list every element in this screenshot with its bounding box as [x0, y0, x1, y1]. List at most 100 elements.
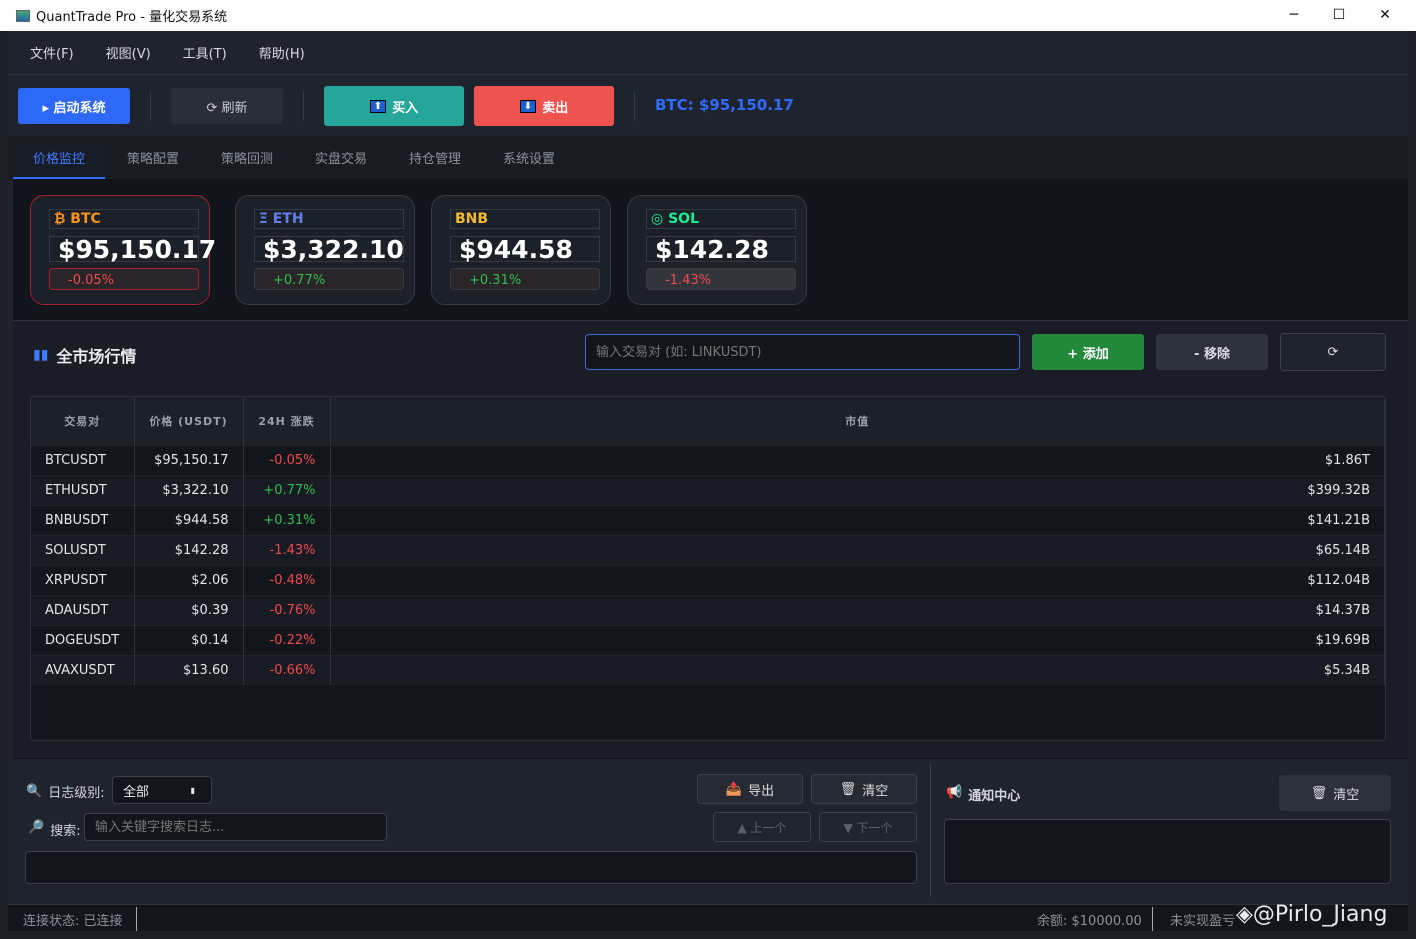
trash-icon: 🗑: [839, 781, 857, 797]
log-level-text: 日志级别:: [48, 786, 105, 801]
table-header: 交易对 价格 (USDT) 24H 涨跌 市值: [31, 397, 1385, 445]
price-card-eth[interactable]: Ξ ETH $3,322.10 +0.77%: [235, 195, 415, 305]
marketcap-cell: $65.14B: [330, 534, 1385, 565]
table-row[interactable]: XRPUSDT $2.06 -0.48% $112.04B: [31, 564, 1385, 595]
tab-live-trading[interactable]: 实盘交易: [295, 141, 387, 179]
card-change: -1.43%: [646, 268, 796, 290]
table-row[interactable]: ADAUSDT $0.39 -0.76% $14.37B: [31, 594, 1385, 625]
column-header-change[interactable]: 24H 涨跌: [243, 397, 331, 445]
change-cell: -0.76%: [243, 594, 331, 625]
price-cell: $142.28: [134, 534, 244, 565]
price-cell: $0.14: [134, 624, 244, 655]
market-title: ▮▮ 全市场行情: [33, 343, 136, 367]
price-card-btc[interactable]: ₿ BTC $95,150.17 -0.05%: [30, 195, 216, 305]
next-match-button[interactable]: ▼ 下一个: [819, 812, 917, 842]
watermark-logo-icon: ◈: [1236, 902, 1253, 927]
start-system-button[interactable]: ▸ 启动系统: [18, 88, 130, 124]
card-price: $142.28: [646, 236, 796, 262]
log-level-value: 全部: [123, 784, 150, 800]
pair-cell: SOLUSDT: [31, 534, 135, 565]
app-window: 文件(F) 视图(V) 工具(T) 帮助(H) ▸ 启动系统 ⟳ 刷新 ⬆ 买入…: [8, 31, 1408, 931]
marketcap-cell: $14.37B: [330, 594, 1385, 625]
table-row[interactable]: BTCUSDT $95,150.17 -0.05% $1.86T: [31, 444, 1385, 475]
tab-backtest[interactable]: 策略回测: [201, 141, 293, 179]
menu-tools[interactable]: 工具(T): [183, 43, 227, 62]
divider: [634, 91, 635, 121]
card-price: $3,322.10: [254, 236, 404, 262]
clear-log-button[interactable]: 🗑 清空: [811, 774, 917, 804]
card-symbol: Ξ ETH: [254, 209, 404, 229]
card-change: +0.77%: [254, 268, 404, 290]
pair-cell: DOGEUSDT: [31, 624, 135, 655]
add-symbol-button[interactable]: + 添加: [1032, 334, 1144, 370]
price-monitor-panel: ₿ BTC $95,150.17 -0.05% Ξ ETH $3,322.10 …: [13, 179, 1408, 759]
tab-strategy-config[interactable]: 策略配置: [107, 141, 199, 179]
log-level-select[interactable]: 全部 ▮: [112, 776, 212, 804]
marketcap-cell: $1.86T: [330, 444, 1385, 475]
card-price: $944.58: [450, 236, 600, 262]
dropdown-icon: ▮: [190, 785, 195, 795]
sell-label: 卖出: [542, 100, 569, 116]
refresh-market-button[interactable]: ⟳: [1280, 333, 1386, 371]
watermark: ◈@Pirlo_Jiang: [1236, 902, 1387, 927]
export-log-button[interactable]: 📤 导出: [697, 774, 803, 804]
price-cell: $0.39: [134, 594, 244, 625]
title-bar: QuantTrade Pro - 量化交易系统 ─ ☐ ✕: [0, 0, 1416, 31]
log-search-input[interactable]: [84, 813, 387, 841]
prev-match-button[interactable]: ▲ 上一个: [713, 812, 811, 842]
table-row[interactable]: AVAXUSDT $13.60 -0.66% $5.34B: [31, 654, 1385, 685]
sell-button[interactable]: ⬇ 卖出: [474, 86, 614, 126]
table-row[interactable]: SOLUSDT $142.28 -1.43% $65.14B: [31, 534, 1385, 565]
tab-positions[interactable]: 持仓管理: [389, 141, 481, 179]
menu-view[interactable]: 视图(V): [106, 43, 151, 62]
symbol-input[interactable]: [585, 334, 1020, 370]
card-symbol: ◎ SOL: [646, 209, 796, 229]
arrow-down-icon: ⬇: [519, 99, 537, 113]
divider: [150, 91, 151, 121]
table-row[interactable]: DOGEUSDT $0.14 -0.22% $19.69B: [31, 624, 1385, 655]
marketcap-cell: $112.04B: [330, 564, 1385, 595]
notify-title: 📢 通知中心: [946, 785, 1020, 804]
change-cell: -0.48%: [243, 564, 331, 595]
magnifier-icon: 🔍: [26, 784, 43, 799]
price-card-sol[interactable]: ◎ SOL $142.28 -1.43%: [627, 195, 807, 305]
tab-price-monitor[interactable]: 价格监控: [13, 141, 105, 179]
marketcap-cell: $5.34B: [330, 654, 1385, 685]
balance-label: 余额: $10000.00: [1037, 914, 1142, 929]
arrow-up-icon: ⬆: [369, 99, 387, 113]
table-row[interactable]: BNBUSDT $944.58 +0.31% $141.21B: [31, 504, 1385, 535]
log-output[interactable]: [25, 851, 917, 884]
btc-price-label: BTC: $95,150.17: [655, 96, 794, 114]
table-row[interactable]: ETHUSDT $3,322.10 +0.77% $399.32B: [31, 474, 1385, 505]
close-button[interactable]: ✕: [1362, 0, 1408, 31]
tab-settings[interactable]: 系统设置: [483, 141, 575, 179]
change-cell: -0.05%: [243, 444, 331, 475]
card-symbol: BNB: [450, 209, 600, 229]
search-label: 🔎 搜索:: [28, 820, 81, 839]
change-cell: +0.77%: [243, 474, 331, 505]
maximize-button[interactable]: ☐: [1316, 0, 1362, 31]
marketcap-cell: $19.69B: [330, 624, 1385, 655]
minimize-button[interactable]: ─: [1271, 0, 1317, 31]
window-title: QuantTrade Pro - 量化交易系统: [36, 10, 228, 25]
change-cell: -1.43%: [243, 534, 331, 565]
search-label-text: 搜索:: [50, 824, 81, 839]
buy-button[interactable]: ⬆ 买入: [324, 86, 464, 126]
refresh-button[interactable]: ⟳ 刷新: [171, 88, 283, 124]
market-section: ▮▮ 全市场行情 + 添加 - 移除 ⟳ 交易对 价格 (USDT) 24H 涨…: [13, 320, 1408, 758]
export-label: 导出: [748, 783, 775, 799]
divider: [303, 91, 304, 121]
column-header-price[interactable]: 价格 (USDT): [134, 397, 244, 445]
market-table: 交易对 价格 (USDT) 24H 涨跌 市值 BTCUSDT $95,150.1…: [30, 396, 1386, 741]
menu-file[interactable]: 文件(F): [30, 43, 74, 62]
price-cell: $944.58: [134, 504, 244, 535]
clear-notify-button[interactable]: 🗑 清空: [1279, 775, 1391, 811]
column-header-pair[interactable]: 交易对: [31, 397, 135, 445]
card-change: +0.31%: [450, 268, 600, 290]
menu-help[interactable]: 帮助(H): [259, 43, 305, 62]
column-header-marketcap[interactable]: 市值: [330, 397, 1385, 445]
remove-symbol-button[interactable]: - 移除: [1156, 334, 1268, 370]
price-card-bnb[interactable]: BNB $944.58 +0.31%: [431, 195, 611, 305]
marketcap-cell: $141.21B: [330, 504, 1385, 535]
notification-list: [944, 819, 1391, 884]
